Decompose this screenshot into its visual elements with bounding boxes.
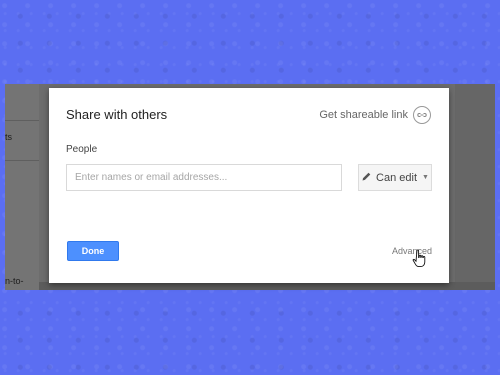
dialog-title: Share with others <box>66 107 168 122</box>
sidebar-divider <box>5 120 39 121</box>
link-icon <box>413 106 431 124</box>
permission-dropdown[interactable]: Can edit ▼ <box>358 164 432 191</box>
background-sidebar: ts n-to- <box>5 84 39 290</box>
permission-label: Can edit <box>376 171 418 184</box>
share-dialog: Share with others Get shareable link Peo… <box>49 88 449 283</box>
done-button[interactable]: Done <box>67 241 119 261</box>
pencil-icon <box>361 171 372 185</box>
people-label: People <box>66 144 98 155</box>
get-shareable-link-button[interactable]: Get shareable link <box>319 106 431 124</box>
sidebar-divider <box>5 160 39 161</box>
sidebar-fragment-text: ts <box>5 132 13 142</box>
shareable-link-label: Get shareable link <box>319 109 408 121</box>
bottom-fragment-text: n-to- <box>5 276 24 286</box>
background-right-panel <box>455 84 495 290</box>
people-input[interactable] <box>66 164 342 191</box>
chevron-down-icon: ▼ <box>422 174 429 181</box>
hand-cursor-icon <box>412 249 426 268</box>
background-file-row <box>39 282 495 290</box>
